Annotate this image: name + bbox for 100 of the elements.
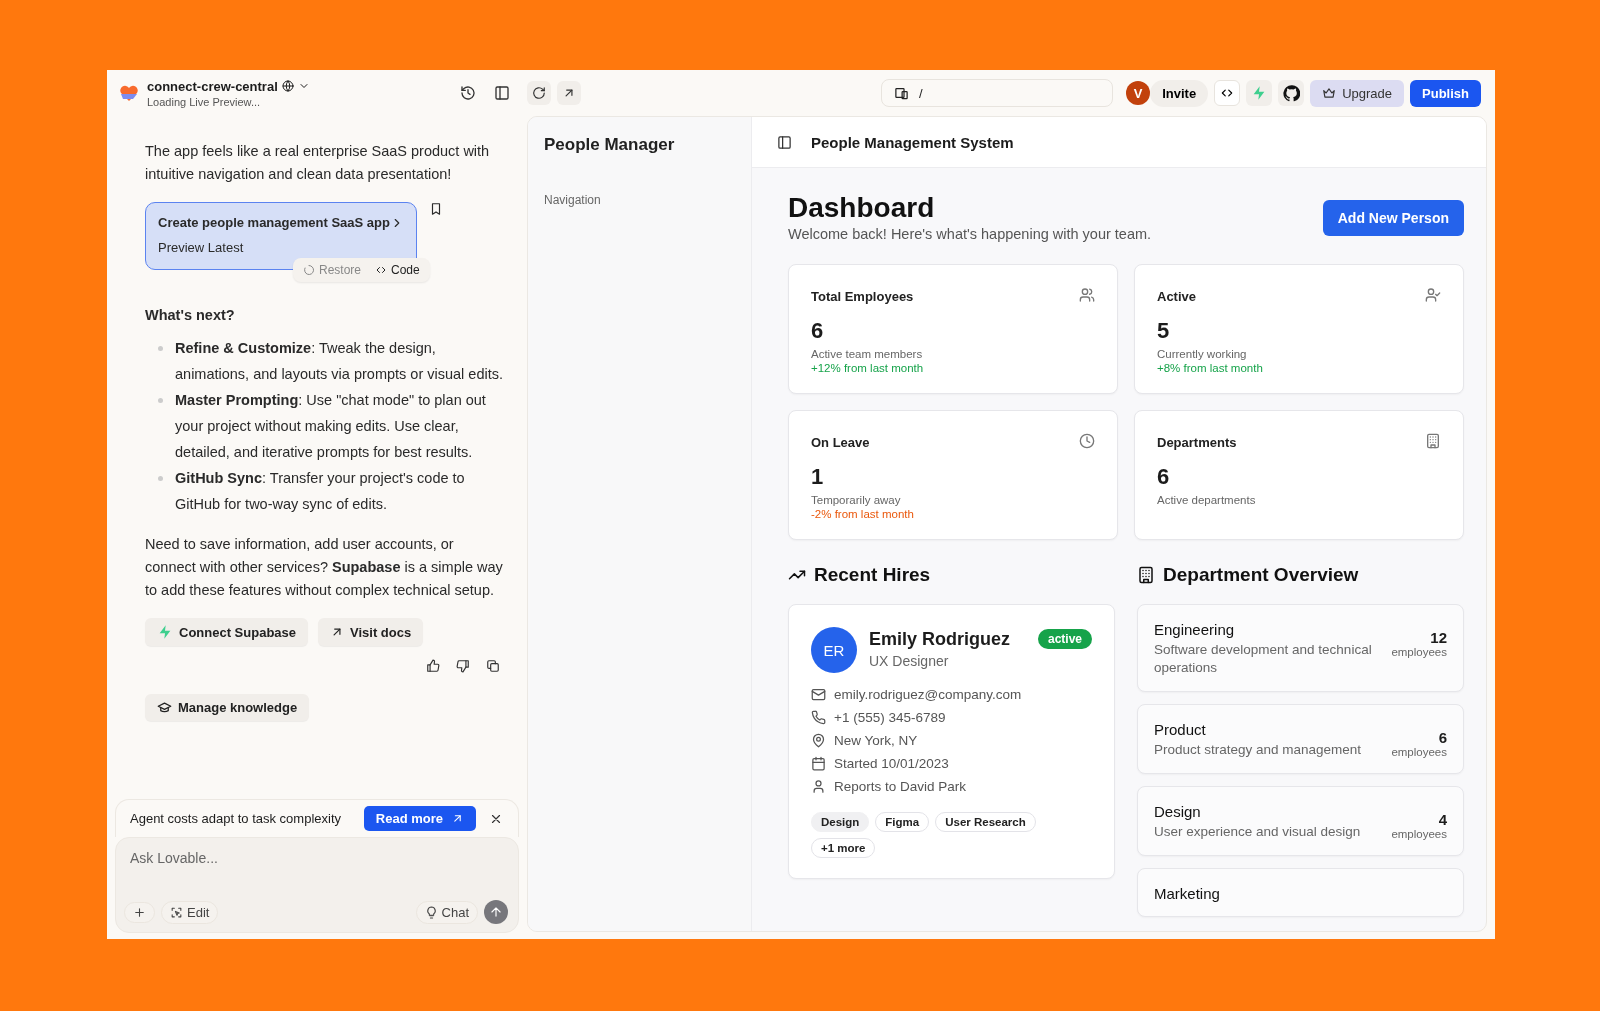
skill-tag: +1 more: [811, 838, 876, 858]
stat-change: -2% from last month: [811, 508, 915, 520]
employee-count: 6: [1438, 729, 1447, 746]
skill-tag: Figma: [875, 812, 930, 832]
user-check-icon: [1425, 287, 1441, 303]
stat-label: Active: [1157, 289, 1197, 304]
user-avatar[interactable]: V: [1126, 81, 1151, 105]
department-name: Design: [1154, 803, 1202, 820]
github-icon: [1282, 84, 1300, 102]
globe-icon: [281, 80, 294, 92]
add-button[interactable]: [124, 901, 155, 923]
stat-label: Total Employees: [811, 289, 914, 304]
github-button[interactable]: [1278, 80, 1305, 106]
detail-text: emily.rodriguez@company.com: [834, 687, 1022, 702]
chat-mode-button[interactable]: Chat: [415, 900, 478, 924]
department-card[interactable]: Design User experience and visual design 4 employees: [1137, 786, 1464, 856]
building-icon: [1137, 566, 1155, 584]
chat-message: The app feels like a real enterprise SaaS product with intuitive navigation and clean data presentation!: [145, 142, 491, 184]
edit-button[interactable]: Edit: [161, 900, 219, 924]
project-name[interactable]: connect-crew-central: [147, 78, 278, 94]
app-title: People Management System: [811, 133, 1014, 151]
code-button[interactable]: [1214, 80, 1241, 106]
mail-icon: [811, 687, 826, 702]
crown-icon: [1322, 86, 1337, 100]
graduation-cap-icon: [157, 700, 172, 715]
stat-change: +12% from last month: [811, 362, 925, 374]
invite-button[interactable]: Invite: [1150, 79, 1209, 107]
panel-icon: [777, 134, 792, 150]
notice-text: Agent costs adapt to task complexity: [130, 811, 342, 826]
sidebar-section-label: Navigation: [544, 193, 602, 207]
stat-note: Temporarily away: [811, 494, 902, 506]
bolt-icon: [157, 624, 173, 640]
section-title: Recent Hires: [814, 564, 931, 586]
chat-input[interactable]: Ask Lovable...: [130, 850, 508, 866]
thumbs-down-icon: [456, 659, 470, 673]
add-person-button[interactable]: Add New Person: [1322, 200, 1464, 236]
action-button[interactable]: Visit docs: [318, 618, 424, 646]
panel-icon: [494, 85, 510, 101]
refresh-icon: [532, 86, 546, 100]
code-icon: [375, 264, 388, 276]
version-title: Create people management SaaS app: [158, 214, 390, 232]
building-icon: [1425, 433, 1441, 449]
page-title: Dashboard: [788, 192, 936, 224]
detail-text: New York, NY: [834, 733, 918, 748]
page-subtitle: Welcome back! Here's what's happening with your team.: [788, 226, 1152, 242]
bookmark-icon: [429, 202, 443, 216]
tip-text: GitHub Sync: Transfer your project's code to GitHub for two-way sync of edits.: [175, 470, 465, 512]
employee-count: 12: [1430, 629, 1447, 646]
arrow-up-icon: [489, 905, 503, 919]
read-more-button[interactable]: Read more: [363, 806, 476, 831]
stat-note: Active team members: [811, 348, 924, 360]
status-badge: active: [1037, 629, 1092, 649]
department-description: User experience and visual design: [1154, 823, 1362, 841]
stat-value: 5: [1157, 318, 1171, 344]
thumbs-up-icon: [426, 659, 440, 673]
heart-logo-icon: [119, 83, 139, 103]
plus-icon: [133, 905, 146, 919]
department-name: Marketing: [1154, 885, 1221, 902]
count-unit: employees: [1391, 746, 1447, 758]
stat-note: Currently working: [1157, 348, 1248, 360]
stat-label: On Leave: [811, 435, 870, 450]
tip-text: Master Prompting: Use "chat mode" to plan out your project without making edits. Use clear, detailed, and iterative prompts for best results.: [175, 392, 486, 460]
detail-text: Reports to David Park: [834, 779, 967, 794]
skill-tag: User Research: [935, 812, 1036, 832]
department-card[interactable]: Engineering Software development and technical operations 12 employees: [1137, 604, 1464, 692]
refresh-button[interactable]: [527, 81, 551, 105]
department-card[interactable]: Product Product strategy and management 6 employees: [1137, 704, 1464, 774]
url-field[interactable]: /: [881, 79, 1113, 107]
department-card[interactable]: Marketing: [1137, 868, 1464, 917]
department-name: Product: [1154, 721, 1207, 738]
initials-avatar: ER: [811, 627, 857, 673]
version-subtitle: Preview Latest: [158, 239, 245, 257]
chat-message: Need to save information, add user accounts, or connect with other services? Supabase is a simple way to add these features without complex technical setup.: [145, 535, 504, 600]
stat-value: 1: [811, 464, 825, 490]
person-icon: [811, 779, 826, 794]
upgrade-button[interactable]: Upgrade: [1310, 79, 1405, 107]
tip-text: Refine & Customize: Tweak the design, animations, and layouts via prompts or visual edits.: [175, 340, 504, 382]
action-button[interactable]: Connect Supabase: [145, 618, 309, 646]
count-unit: employees: [1391, 646, 1447, 658]
section-heading: What's next?: [145, 306, 236, 325]
detail-text: +1 (555) 345-6789: [834, 710, 946, 725]
count-unit: employees: [1391, 828, 1447, 840]
clock-icon: [1079, 433, 1095, 449]
publish-button[interactable]: Publish: [1410, 79, 1481, 107]
department-name: Engineering: [1154, 621, 1236, 638]
department-description: Software development and technical operations: [1154, 641, 1373, 677]
phone-icon: [811, 710, 826, 725]
lightbulb-icon: [424, 905, 438, 919]
bullet-icon: [158, 476, 163, 481]
users-icon: [1079, 287, 1095, 303]
stat-value: 6: [811, 318, 825, 344]
map-pin-icon: [811, 733, 826, 748]
bullet-icon: [158, 398, 163, 403]
send-button[interactable]: [484, 900, 508, 924]
stat-change: +8% from last month: [1157, 362, 1264, 374]
devices-icon: [894, 85, 909, 101]
open-external-button[interactable]: [557, 81, 581, 105]
action-button[interactable]: Manage knowledge: [145, 694, 310, 721]
stat-label: Departments: [1157, 435, 1237, 450]
restore-icon: [303, 264, 315, 276]
